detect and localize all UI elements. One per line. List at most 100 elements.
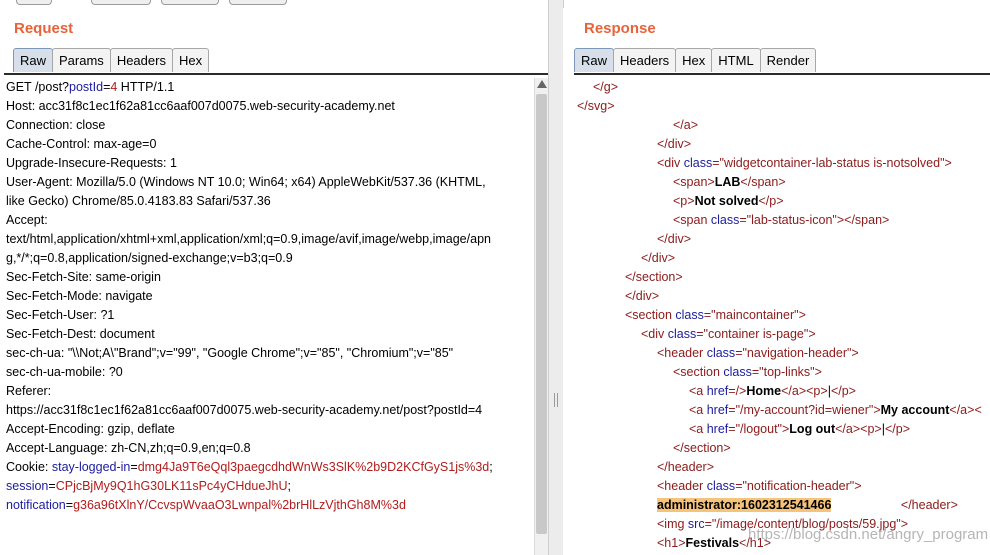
code-line[interactable]: Sec-Fetch-Site: same-origin — [6, 268, 534, 287]
toolbar-button[interactable] — [161, 0, 219, 5]
tab-underline — [4, 73, 548, 75]
request-editor[interactable]: GET /post?postId=4 HTTP/1.1 Host: acc31f8… — [6, 78, 534, 555]
code-line[interactable]: notification=g36a96tXlnY/CcvspWvaaO3Lwnp… — [6, 496, 534, 515]
code-line[interactable]: Cookie: stay-logged-in=dmg4Ja9T6eQql3pae… — [6, 458, 534, 477]
code-line[interactable]: <a href="/logout">Log out</a><p>|</p> — [577, 420, 990, 439]
scroll-thumb[interactable] — [536, 94, 547, 534]
code-line[interactable]: g,*/*;q=0.8,application/signed-exchange;… — [6, 249, 534, 268]
code-token: Referer: — [6, 384, 52, 398]
code-token: = — [65, 498, 74, 512]
code-token: </div> — [641, 251, 676, 265]
request-scrollbar[interactable] — [534, 78, 549, 555]
code-token: </a> — [673, 118, 699, 132]
toolbar-button[interactable] — [91, 0, 151, 5]
code-line[interactable]: Sec-Fetch-User: ?1 — [6, 306, 534, 325]
toolbar-button[interactable] — [229, 0, 287, 5]
code-line[interactable]: User-Agent: Mozilla/5.0 (Windows NT 10.0… — [6, 173, 534, 192]
tab-headers[interactable]: Headers — [613, 48, 677, 72]
watermark-text: https://blog.csdn.net/angry_program — [748, 526, 989, 543]
tab-html[interactable]: HTML — [711, 48, 761, 72]
code-line[interactable]: <span class="lab-status-icon"></span> — [577, 211, 990, 230]
code-token: Cookie: — [6, 460, 52, 474]
code-token: ="top-links"> — [751, 365, 822, 379]
code-line[interactable]: Accept: — [6, 211, 534, 230]
code-line[interactable]: GET /post?postId=4 HTTP/1.1 — [6, 78, 534, 97]
code-line[interactable]: Accept-Encoding: gzip, deflate — [6, 420, 534, 439]
code-line[interactable]: </g> — [577, 78, 990, 97]
code-line[interactable]: <section class="top-links"> — [577, 363, 990, 382]
code-token: <span> — [673, 175, 715, 189]
code-line[interactable]: session=CPjcBjMy9Q1hG30LK11sPc4yCHdueJhU… — [6, 477, 534, 496]
splitter-grip-icon[interactable] — [554, 393, 558, 407]
pane-splitter[interactable] — [548, 0, 564, 555]
code-line[interactable]: </div> — [577, 135, 990, 154]
tab-raw[interactable]: Raw — [13, 48, 54, 72]
response-viewer[interactable]: </g> </svg> </a> </div> <div class="widgetco… — [577, 78, 990, 555]
code-token: </div> — [657, 137, 692, 151]
code-token: ="navigation-header"> — [735, 346, 859, 360]
code-line[interactable]: </div> — [577, 230, 990, 249]
response-title: Response — [584, 20, 656, 37]
code-line[interactable]: </svg> — [577, 97, 990, 116]
code-token: ; — [489, 460, 493, 474]
code-line[interactable]: </div> — [577, 249, 990, 268]
code-line[interactable]: sec-ch-ua-mobile: ?0 — [6, 363, 534, 382]
code-line[interactable]: <section class="maincontainer"> — [577, 306, 990, 325]
code-line[interactable]: <header class="notification-header"> — [577, 477, 990, 496]
code-line[interactable]: </div> — [577, 287, 990, 306]
code-line[interactable]: like Gecko) Chrome/85.0.4183.83 Safari/5… — [6, 192, 534, 211]
code-line[interactable]: </a> — [577, 116, 990, 135]
code-token: href — [706, 403, 729, 417]
code-line[interactable]: <div class="widgetcontainer-lab-status i… — [577, 154, 990, 173]
code-line[interactable]: Accept-Language: zh-CN,zh;q=0.9,en;q=0.8 — [6, 439, 534, 458]
code-token: Connection: close — [6, 118, 106, 132]
code-token: = — [48, 479, 56, 493]
tab-render[interactable]: Render — [759, 48, 817, 72]
code-line[interactable]: Referer: — [6, 382, 534, 401]
code-line[interactable]: Upgrade-Insecure-Requests: 1 — [6, 154, 534, 173]
code-token: My account — [880, 403, 950, 417]
code-token: Sec-Fetch-Mode: navigate — [6, 289, 153, 303]
code-token: ="maincontainer"> — [703, 308, 806, 322]
code-line[interactable]: Sec-Fetch-Mode: navigate — [6, 287, 534, 306]
code-token: g36a96tXlnY/CcvspWvaaO3Lwnpal%2brHlLzVjt… — [73, 498, 406, 512]
scroll-up-arrow-icon[interactable] — [537, 80, 547, 88]
code-token: <span — [673, 213, 711, 227]
code-token: </a> — [835, 422, 861, 436]
code-line[interactable]: <p>Not solved</p> — [577, 192, 990, 211]
code-line[interactable]: Host: acc31f8c1ec1f62a81cc6aaf007d0075.w… — [6, 97, 534, 116]
code-line[interactable]: <div class="container is-page"> — [577, 325, 990, 344]
code-token: class — [675, 308, 704, 322]
code-token: Upgrade-Insecure-Requests: 1 — [6, 156, 177, 170]
tab-raw[interactable]: Raw — [574, 48, 615, 72]
code-line[interactable]: Cache-Control: max-age=0 — [6, 135, 534, 154]
code-line[interactable]: </section> — [577, 439, 990, 458]
code-line[interactable]: sec-ch-ua: "\\Not;A\"Brand";v="99", "Goo… — [6, 344, 534, 363]
code-line[interactable]: https://acc31f8c1ec1f62a81cc6aaf007d0075… — [6, 401, 534, 420]
code-token: </p> — [884, 422, 910, 436]
code-token: </g> — [593, 80, 619, 94]
request-title: Request — [14, 20, 74, 37]
code-line[interactable]: <a href="/my-account?id=wiener">My accou… — [577, 401, 990, 420]
code-line[interactable]: text/html,application/xhtml+xml,applicat… — [6, 230, 534, 249]
code-line[interactable]: </header> — [577, 458, 990, 477]
code-token: =/> — [728, 384, 747, 398]
code-token: postId — [69, 80, 104, 94]
response-tabs: Raw Headers Hex HTML Render — [574, 48, 817, 72]
code-token: href — [706, 422, 729, 436]
code-line[interactable]: <header class="navigation-header"> — [577, 344, 990, 363]
code-token: </p> — [830, 384, 856, 398]
code-line[interactable]: Sec-Fetch-Dest: document — [6, 325, 534, 344]
code-line[interactable]: </section> — [577, 268, 990, 287]
code-line[interactable]: Connection: close — [6, 116, 534, 135]
code-line[interactable]: <a href=/>Home</a><p>|</p> — [577, 382, 990, 401]
tab-headers[interactable]: Headers — [109, 48, 173, 72]
code-token: Accept-Encoding: gzip, deflate — [6, 422, 175, 436]
code-token: Accept-Language: zh-CN,zh;q=0.9,en;q=0.8 — [6, 441, 251, 455]
tab-params[interactable]: Params — [52, 48, 111, 72]
code-line[interactable]: administrator:1602312541466 </header> — [577, 496, 990, 515]
tab-hex[interactable]: Hex — [675, 48, 713, 72]
tab-hex[interactable]: Hex — [171, 48, 210, 72]
toolbar-button[interactable] — [16, 0, 52, 5]
code-line[interactable]: <span>LAB</span> — [577, 173, 990, 192]
